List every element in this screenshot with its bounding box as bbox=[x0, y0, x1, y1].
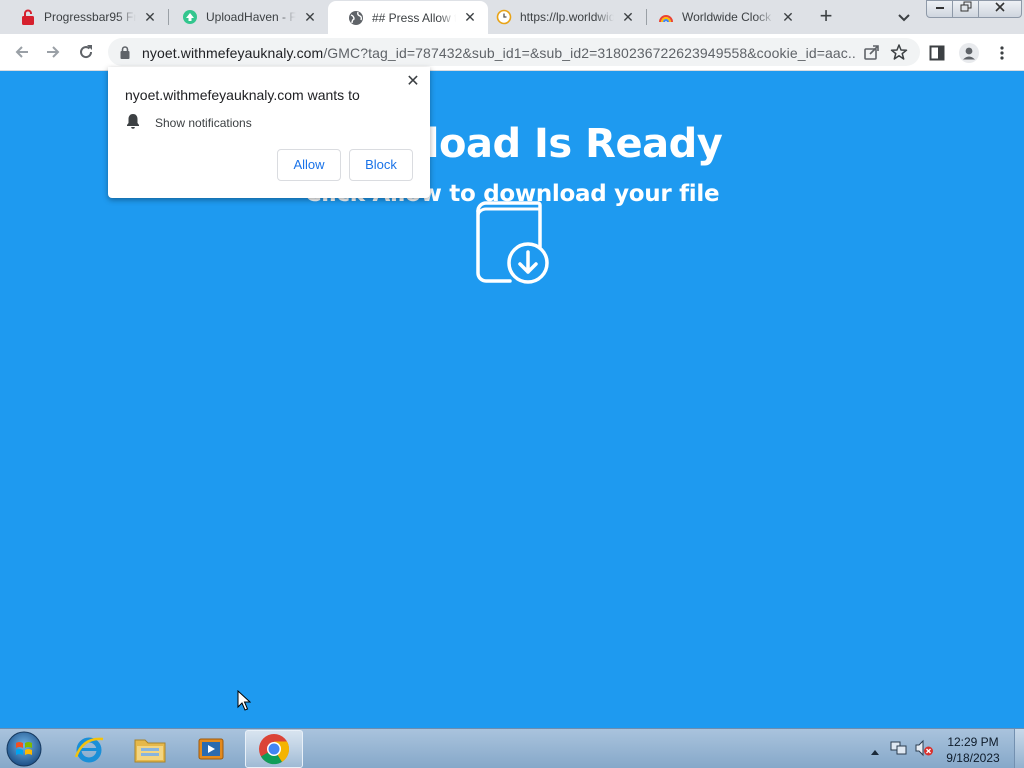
allow-button[interactable]: Allow bbox=[277, 149, 341, 181]
share-icon[interactable] bbox=[863, 44, 881, 65]
bell-icon bbox=[126, 113, 140, 134]
mouse-pointer-icon bbox=[237, 689, 252, 717]
bookmark-star-icon[interactable] bbox=[890, 43, 908, 66]
internet-explorer-icon[interactable] bbox=[60, 730, 118, 768]
permission-label: Show notifications bbox=[155, 116, 252, 130]
windows-explorer-icon[interactable] bbox=[121, 730, 179, 768]
show-hidden-icons-icon[interactable] bbox=[870, 743, 880, 761]
reload-icon bbox=[80, 45, 93, 59]
show-desktop-button[interactable] bbox=[1014, 729, 1024, 768]
tab-search-icon[interactable] bbox=[893, 7, 915, 27]
close-window-button[interactable] bbox=[978, 0, 1022, 18]
start-button[interactable] bbox=[4, 730, 44, 768]
close-tab-icon[interactable]: ✕ bbox=[620, 9, 636, 25]
tab-progressbar95[interactable]: Progressbar95 Free Online Game ✕ bbox=[0, 0, 168, 34]
close-tab-icon[interactable]: ✕ bbox=[142, 9, 158, 25]
tab-uploadhaven[interactable]: UploadHaven - Free File Hosting ✕ bbox=[162, 0, 328, 34]
profile-avatar-icon[interactable] bbox=[958, 42, 980, 64]
address-bar[interactable]: nyoet.withmefeyauknaly.com/GMC?tag_id=78… bbox=[108, 38, 920, 66]
block-button[interactable]: Block bbox=[349, 149, 413, 181]
window-controls bbox=[926, 0, 1022, 18]
arrow-right-icon bbox=[47, 46, 60, 58]
tab-title: Progressbar95 Free Online Game bbox=[44, 10, 136, 24]
uploadhaven-icon bbox=[182, 9, 198, 25]
tab-title: Worldwide Clock Extension bbox=[682, 10, 774, 24]
windows-logo-icon bbox=[6, 731, 42, 767]
new-tab-button[interactable]: + bbox=[814, 5, 838, 29]
lock-icon[interactable] bbox=[120, 46, 130, 64]
tab-worldwideclock-lp[interactable]: https://lp.worldwideclock.net ✕ bbox=[476, 0, 646, 34]
reload-button[interactable] bbox=[73, 40, 99, 64]
notification-permission-popup: nyoet.withmefeyauknaly.com wants to ✕ Sh… bbox=[108, 67, 430, 198]
tab-worldwide-clock[interactable]: Worldwide Clock Extension ✕ bbox=[638, 0, 806, 34]
url-domain: nyoet.withmefeyauknaly.com bbox=[142, 45, 324, 61]
side-panel-icon[interactable] bbox=[926, 42, 948, 64]
url-text[interactable]: nyoet.withmefeyauknaly.com/GMC?tag_id=78… bbox=[142, 45, 856, 61]
url-path: /GMC?tag_id=787432&sub_id1=&sub_id2=3180… bbox=[323, 45, 856, 61]
back-button[interactable] bbox=[9, 40, 35, 64]
tab-title: UploadHaven - Free File Hosting bbox=[206, 10, 296, 24]
clock-time: 12:29 PM bbox=[947, 735, 999, 749]
forward-button[interactable] bbox=[40, 40, 66, 64]
close-tab-icon[interactable]: ✕ bbox=[780, 9, 796, 25]
file-download-icon bbox=[472, 201, 552, 290]
browser-toolbar: nyoet.withmefeyauknaly.com/GMC?tag_id=78… bbox=[0, 34, 1024, 71]
more-menu-icon[interactable] bbox=[991, 42, 1013, 64]
taskbar-clock[interactable]: 12:29 PM 9/18/2023 bbox=[930, 734, 1016, 766]
tab-title: https://lp.worldwideclock.net bbox=[520, 10, 614, 24]
tab-title: ## Press Allow to download bbox=[372, 10, 456, 25]
clock-icon bbox=[496, 9, 512, 25]
globe-icon bbox=[348, 10, 364, 26]
popup-title: nyoet.withmefeyauknaly.com wants to bbox=[125, 87, 360, 103]
popup-close-button[interactable]: ✕ bbox=[404, 73, 422, 91]
restore-button[interactable] bbox=[952, 0, 979, 18]
arrow-left-icon bbox=[15, 46, 28, 58]
clock-date: 9/18/2023 bbox=[946, 751, 1000, 765]
lock-open-icon bbox=[20, 9, 36, 25]
minimize-button[interactable] bbox=[926, 0, 953, 18]
media-player-icon[interactable] bbox=[182, 730, 240, 768]
network-icon[interactable] bbox=[890, 739, 908, 762]
tab-press-allow[interactable]: ## Press Allow to download ✕ bbox=[328, 1, 488, 34]
chrome-icon[interactable] bbox=[245, 730, 303, 768]
windows-taskbar: 12:29 PM 9/18/2023 bbox=[0, 728, 1024, 768]
tab-strip: Progressbar95 Free Online Game ✕ UploadH… bbox=[0, 0, 1024, 34]
close-tab-icon[interactable]: ✕ bbox=[302, 9, 318, 25]
rainbow-icon bbox=[658, 9, 674, 25]
